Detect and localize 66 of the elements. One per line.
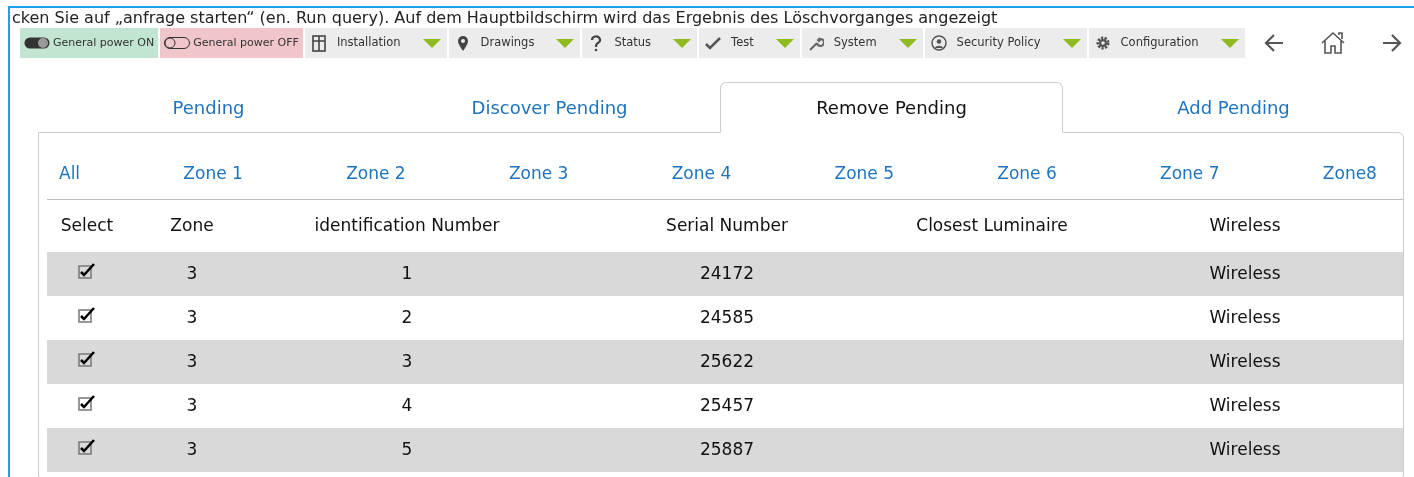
user-icon	[930, 34, 947, 52]
caret-icon	[898, 38, 917, 48]
tab[interactable]: Pending	[38, 82, 379, 132]
table-cell: Wireless	[1087, 251, 1403, 296]
column-header: Closest Luminaire	[897, 199, 1087, 252]
menu-button[interactable]: Drawings	[448, 28, 581, 58]
checkbox[interactable]	[78, 350, 96, 367]
tab[interactable]: Discover Pending	[379, 82, 720, 132]
table-cell: Wireless	[1087, 339, 1403, 384]
zone-link[interactable]: All	[59, 161, 81, 187]
zone-link[interactable]: Zone 7	[1160, 161, 1220, 187]
zone-link[interactable]: Zone 4	[671, 161, 732, 187]
menu-button[interactable]: System	[801, 28, 923, 58]
wrench-icon	[807, 34, 824, 52]
checkbox[interactable]	[78, 262, 96, 279]
power-toggle[interactable]: General power ON	[20, 28, 159, 58]
table-cell: 24172	[557, 251, 897, 296]
table-cell: 25457	[557, 383, 897, 428]
table-cell: 3	[127, 251, 257, 296]
zone-link[interactable]: Zone8	[1322, 161, 1377, 187]
gear-icon	[1094, 34, 1111, 52]
caret-icon	[1220, 38, 1239, 48]
column-header: Zone	[127, 199, 257, 252]
table-cell: 1	[257, 251, 557, 296]
table-cell: Wireless	[1087, 383, 1403, 428]
column-header: Serial Number	[557, 199, 897, 252]
zone-link[interactable]: Zone 3	[508, 161, 569, 187]
window-icon	[310, 34, 327, 52]
menu-button[interactable]: Installation	[304, 28, 447, 58]
checkbox[interactable]	[78, 394, 96, 411]
zone-link[interactable]: Zone 2	[346, 161, 406, 187]
zone-link[interactable]: Zone 6	[997, 161, 1057, 187]
table-cell: 2	[257, 295, 557, 340]
caret-icon	[1062, 38, 1081, 48]
check-icon	[705, 34, 722, 52]
column-header: Wireless	[1087, 199, 1403, 252]
table-cell: 3	[127, 383, 257, 428]
toggle-icon	[164, 37, 191, 49]
column-header: identification Number	[257, 199, 557, 252]
tab[interactable]: Remove Pending	[720, 82, 1063, 133]
table-cell: 3	[257, 339, 557, 384]
power-toggle[interactable]: General power OFF	[160, 28, 303, 58]
table-cell: 3	[127, 427, 257, 472]
menu-button[interactable]: Security Policy	[924, 28, 1087, 58]
menu-button[interactable]: Configuration	[1088, 28, 1245, 58]
caret-icon	[775, 38, 794, 48]
tab[interactable]: Add Pending	[1063, 82, 1404, 132]
menu-button[interactable]: Status	[582, 28, 698, 58]
table-cell: 3	[127, 339, 257, 384]
table-cell: 3	[127, 295, 257, 340]
checkbox[interactable]	[78, 306, 96, 323]
column-header: Select	[47, 199, 127, 252]
zone-link[interactable]: Zone 5	[834, 161, 894, 187]
table-cell: 24585	[557, 295, 897, 340]
table-cell: 25887	[557, 427, 897, 472]
table-cell: 4	[257, 383, 557, 428]
checkbox[interactable]	[78, 438, 96, 455]
zone-link[interactable]: Zone 1	[183, 161, 243, 187]
table-cell: Wireless	[1087, 427, 1403, 472]
caption-text: cken Sie auf „anfrage starten“ (en. Run query). Auf dem Hauptbildschirm wird das Ergebnis des Löschvorganges angezeigt	[12, 8, 999, 28]
toggle-icon	[24, 37, 50, 49]
menu-button[interactable]: Test	[699, 28, 800, 58]
table-cell: Wireless	[1087, 295, 1403, 340]
caret-icon	[422, 38, 441, 48]
table-cell: 25622	[557, 339, 897, 384]
table-cell: 5	[257, 427, 557, 472]
